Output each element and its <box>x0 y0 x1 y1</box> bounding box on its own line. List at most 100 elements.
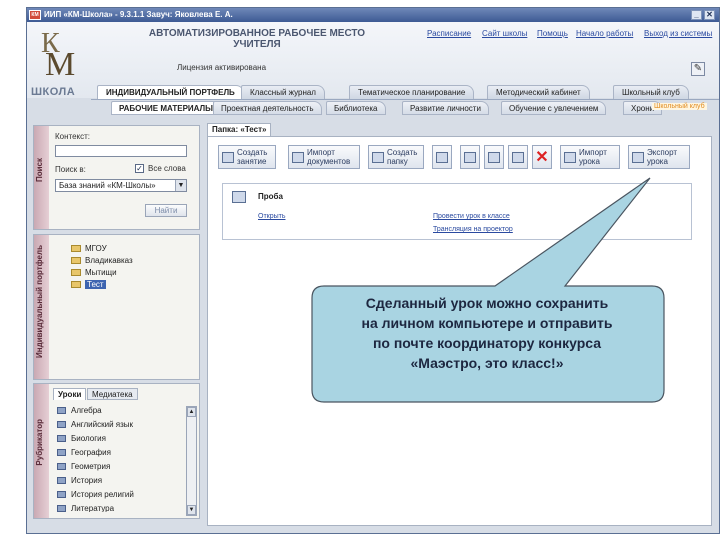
database-select[interactable]: База знаний «КМ-Школы» ▼ <box>55 179 187 192</box>
rubricator-panel-label: Рубрикатор <box>35 419 44 466</box>
edit-icon[interactable]: ✎ <box>691 62 705 76</box>
copy-icon <box>488 152 500 163</box>
book-icon <box>57 421 66 428</box>
folder-tab[interactable]: Папка: «Тест» <box>207 123 272 136</box>
main-tabs: ИНДИВИДУАЛЬНЫЙ ПОРТФЕЛЬ Классный журнал … <box>91 85 719 100</box>
tab-library[interactable]: Библиотека <box>326 101 386 115</box>
tab-thematic-planning[interactable]: Тематическое планирование <box>349 85 475 99</box>
link-schedule[interactable]: Расписание <box>427 29 471 38</box>
search-panel-label: Поиск <box>35 158 44 183</box>
folder-item[interactable]: МГОУ <box>71 244 107 253</box>
export-lesson-button[interactable]: Экспорт урока <box>628 145 690 169</box>
tab-methodical-cabinet[interactable]: Методический кабинет <box>487 85 590 99</box>
find-button[interactable]: Найти <box>145 204 187 217</box>
folder-item[interactable]: Мытищи <box>71 268 117 277</box>
folder-item-selected[interactable]: Тест <box>71 280 106 289</box>
folder-item[interactable]: Владикавказ <box>71 256 133 265</box>
paste-icon <box>512 152 524 163</box>
import-documents-button[interactable]: Импорт документов <box>288 145 360 169</box>
lesson-card: Проба Открыть Провести урок в классе Тра… <box>222 183 692 240</box>
projector-link[interactable]: Трансляция на проектор <box>433 226 513 233</box>
rename-button[interactable] <box>432 145 452 169</box>
link-getting-started[interactable]: Начало работы <box>576 29 633 38</box>
link-help[interactable]: Помощь <box>537 29 568 38</box>
tab-media-library[interactable]: Медиатека <box>87 388 138 400</box>
search-panel-side: Поиск <box>34 126 49 229</box>
callout-line-3: по почте координатору конкурса <box>372 335 602 351</box>
search-in-label: Поиск в: <box>55 165 86 174</box>
paste-button[interactable] <box>508 145 528 169</box>
import-lesson-icon <box>564 152 576 163</box>
app-title: АВТОМАТИЗИРОВАННОЕ РАБОЧЕЕ МЕСТО УЧИТЕЛЯ <box>147 28 367 50</box>
database-select-value: База знаний «КМ-Школы» <box>59 181 156 190</box>
list-item[interactable]: История <box>57 476 102 485</box>
folder-icon <box>71 257 81 264</box>
export-lesson-icon <box>632 152 644 163</box>
minimize-button[interactable]: _ <box>691 10 702 20</box>
tab-lessons[interactable]: Уроки <box>53 388 87 400</box>
rubricator-scrollbar[interactable]: ▲ ▼ <box>186 406 197 516</box>
search-panel: Поиск Контекст: Поиск в: ✓ Все слова Баз… <box>33 125 200 230</box>
portfolio-panel: Индивидуальный портфель МГОУ Владикавказ… <box>33 234 200 380</box>
tab-class-journal[interactable]: Классный журнал <box>241 85 325 99</box>
app-icon: КМ <box>29 10 41 20</box>
lesson-title: Проба <box>258 192 283 201</box>
list-item[interactable]: Геометрия <box>57 462 110 471</box>
context-input[interactable] <box>55 145 187 157</box>
tab-school-club[interactable]: Школьный клуб <box>613 85 689 99</box>
callout-text: Сделанный урок можно сохранить на личном… <box>312 293 662 373</box>
new-lesson-icon <box>222 152 234 163</box>
folder-icon <box>71 245 81 252</box>
logo-text: ШКОЛА <box>31 86 76 98</box>
scroll-up-icon[interactable]: ▲ <box>187 407 196 417</box>
list-item[interactable]: Литература <box>57 504 114 512</box>
tab-personal-development[interactable]: Развитие личности <box>402 101 489 115</box>
list-item[interactable]: Алгебра <box>57 406 102 415</box>
all-words-label: Все слова <box>148 164 186 173</box>
rename-icon <box>436 152 448 163</box>
book-icon <box>57 505 66 512</box>
list-item[interactable]: Биология <box>57 434 106 443</box>
create-folder-button[interactable]: Создать папку <box>368 145 424 169</box>
tab-project-activity[interactable]: Проектная деятельность <box>213 101 322 115</box>
scroll-down-icon[interactable]: ▼ <box>187 505 196 515</box>
callout-line-4: «Маэстро, это класс!» <box>410 355 564 371</box>
book-icon <box>57 449 66 456</box>
logo-letter-m: М <box>45 46 76 83</box>
book-icon <box>57 407 66 414</box>
link-school-site[interactable]: Сайт школы <box>482 29 527 38</box>
sub-tabs: РАБОЧИЕ МАТЕРИАЛЫ Проектная деятельность… <box>109 101 719 116</box>
book-icon <box>57 477 66 484</box>
callout-line-1: Сделанный урок можно сохранить <box>365 295 609 311</box>
folder-icon <box>71 269 81 276</box>
context-label: Контекст: <box>55 132 91 141</box>
conduct-lesson-link[interactable]: Провести урок в классе <box>433 213 510 220</box>
delete-button[interactable]: ✕ <box>532 145 552 169</box>
close-button[interactable]: ✕ <box>704 10 715 20</box>
tab-portfolio[interactable]: ИНДИВИДУАЛЬНЫЙ ПОРТФЕЛЬ <box>97 85 244 99</box>
portfolio-panel-side: Индивидуальный портфель <box>34 235 49 379</box>
app-title-line-2: УЧИТЕЛЯ <box>233 39 281 50</box>
list-item[interactable]: История религий <box>57 490 134 499</box>
scissors-icon <box>464 152 476 163</box>
cut-button[interactable] <box>460 145 480 169</box>
school-club-badge: Школьный клуб <box>652 103 707 110</box>
toolbar: Создать занятие Импорт документов Создат… <box>214 145 704 175</box>
tab-working-materials[interactable]: РАБОЧИЕ МАТЕРИАЛЫ <box>111 101 221 115</box>
import-icon <box>292 152 304 163</box>
tab-learning-with-passion[interactable]: Обучение с увлечением <box>501 101 607 115</box>
open-link[interactable]: Открыть <box>258 213 286 220</box>
all-words-checkbox[interactable]: ✓ <box>135 164 144 173</box>
lesson-icon <box>232 191 246 203</box>
copy-button[interactable] <box>484 145 504 169</box>
import-lesson-button[interactable]: Импорт урока <box>560 145 620 169</box>
chevron-down-icon: ▼ <box>175 180 186 191</box>
app-title-line-1: АВТОМАТИЗИРОВАННОЕ РАБОЧЕЕ МЕСТО <box>148 28 366 39</box>
list-item[interactable]: География <box>57 448 111 457</box>
logo: К М ШКОЛА <box>31 26 75 98</box>
rubricator-panel-side: Рубрикатор <box>34 384 49 518</box>
link-logout[interactable]: Выход из системы <box>644 29 712 38</box>
create-lesson-button[interactable]: Создать занятие <box>218 145 276 169</box>
list-item[interactable]: Английский язык <box>57 420 133 429</box>
book-icon <box>57 463 66 470</box>
